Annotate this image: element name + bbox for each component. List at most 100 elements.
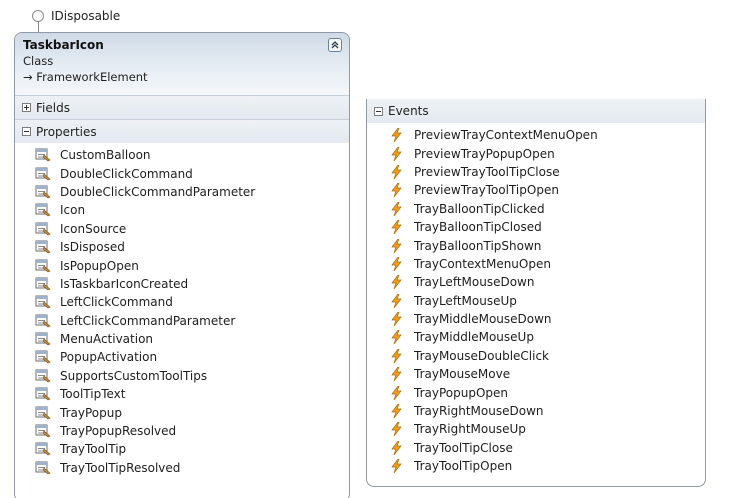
event-item[interactable]: PreviewTrayToolTipClose xyxy=(367,163,705,181)
member-label: TrayContextMenuOpen xyxy=(414,256,551,271)
event-item[interactable]: TrayToolTipClose xyxy=(367,439,705,457)
property-icon xyxy=(35,185,51,199)
event-lightning-icon xyxy=(391,348,402,363)
member-label: TrayBalloonTipClosed xyxy=(414,220,542,235)
event-item[interactable]: TrayMiddleMouseUp xyxy=(367,328,705,346)
event-lightning-icon xyxy=(391,183,402,198)
property-icon xyxy=(35,203,51,217)
member-label: PreviewTrayToolTipOpen xyxy=(414,183,559,198)
event-item[interactable]: TrayPopupOpen xyxy=(367,383,705,401)
member-label: PreviewTrayContextMenuOpen xyxy=(414,128,598,143)
event-lightning-icon xyxy=(391,220,402,235)
properties-section-header[interactable]: Properties xyxy=(15,119,349,143)
property-icon xyxy=(35,240,51,254)
property-icon xyxy=(35,369,51,383)
event-lightning-icon xyxy=(391,256,402,271)
property-item[interactable]: TrayToolTipResolved xyxy=(15,459,349,477)
event-item[interactable]: PreviewTrayContextMenuOpen xyxy=(367,126,705,144)
interface-label[interactable]: IDisposable xyxy=(51,9,120,23)
event-item[interactable]: TrayBalloonTipClicked xyxy=(367,200,705,218)
expand-plus-icon[interactable] xyxy=(22,103,31,112)
property-icon xyxy=(35,350,51,364)
class-shape-taskbaricon[interactable]: TaskbarIcon Class → FrameworkElement Fie… xyxy=(14,32,350,498)
event-lightning-icon xyxy=(391,367,402,382)
collapse-chevron-up-icon[interactable] xyxy=(328,38,342,52)
property-item[interactable]: IsDisposed xyxy=(15,238,349,256)
event-item[interactable]: PreviewTrayPopupOpen xyxy=(367,144,705,162)
event-item[interactable]: TrayRightMouseUp xyxy=(367,420,705,438)
property-icon xyxy=(35,461,51,475)
member-label: TrayMouseDoubleClick xyxy=(414,348,550,363)
property-icon xyxy=(35,424,51,438)
member-label: PopupActivation xyxy=(60,350,158,365)
class-header[interactable]: TaskbarIcon Class → FrameworkElement xyxy=(15,33,349,95)
class-base-type: → FrameworkElement xyxy=(23,70,148,84)
property-item[interactable]: IsPopupOpen xyxy=(15,256,349,274)
member-label: DoubleClickCommand xyxy=(60,166,193,181)
property-item[interactable]: DoubleClickCommandParameter xyxy=(15,183,349,201)
class-name: TaskbarIcon xyxy=(23,38,104,52)
event-item[interactable]: TrayMiddleMouseDown xyxy=(367,310,705,328)
property-item[interactable]: IsTaskbarIconCreated xyxy=(15,275,349,293)
property-item[interactable]: ToolTipText xyxy=(15,385,349,403)
property-item[interactable]: TrayPopupResolved xyxy=(15,422,349,440)
member-label: TrayLeftMouseUp xyxy=(414,293,517,308)
event-lightning-icon xyxy=(391,404,402,419)
property-item[interactable]: DoubleClickCommand xyxy=(15,164,349,182)
event-item[interactable]: TrayLeftMouseDown xyxy=(367,273,705,291)
event-item[interactable]: TrayBalloonTipShown xyxy=(367,236,705,254)
properties-section-title: Properties xyxy=(36,124,97,139)
event-lightning-icon xyxy=(391,422,402,437)
event-item[interactable]: TrayContextMenuOpen xyxy=(367,255,705,273)
collapse-minus-icon[interactable] xyxy=(374,106,383,116)
property-item[interactable]: IconSource xyxy=(15,220,349,238)
event-item[interactable]: TrayToolTipOpen xyxy=(367,457,705,475)
event-lightning-icon xyxy=(391,201,402,216)
property-icon xyxy=(35,314,51,328)
property-item[interactable]: TrayToolTip xyxy=(15,440,349,458)
member-label: SupportsCustomToolTips xyxy=(60,368,208,383)
property-icon xyxy=(35,442,51,456)
events-section-header[interactable]: Events xyxy=(367,99,705,123)
collapse-minus-icon[interactable] xyxy=(22,127,31,136)
event-lightning-icon xyxy=(391,275,402,290)
property-item[interactable]: PopupActivation xyxy=(15,348,349,366)
property-item[interactable]: TrayPopup xyxy=(15,403,349,421)
member-label: IconSource xyxy=(60,221,127,236)
member-label: TrayMiddleMouseDown xyxy=(414,312,552,327)
event-item[interactable]: TrayMouseDoubleClick xyxy=(367,347,705,365)
property-item[interactable]: CustomBalloon xyxy=(15,146,349,164)
event-lightning-icon xyxy=(391,238,402,253)
fields-section-header[interactable]: Fields xyxy=(15,95,349,119)
property-icon xyxy=(35,332,51,346)
member-label: PreviewTrayToolTipClose xyxy=(414,164,560,179)
member-label: TrayRightMouseUp xyxy=(414,422,526,437)
events-section-title: Events xyxy=(388,104,429,118)
event-item[interactable]: TrayBalloonTipClosed xyxy=(367,218,705,236)
member-label: IsDisposed xyxy=(60,240,125,255)
event-item[interactable]: TrayRightMouseDown xyxy=(367,402,705,420)
events-compartment[interactable]: Events PreviewTrayContextMenuOpen Preview… xyxy=(366,99,706,487)
property-item[interactable]: LeftClickCommand xyxy=(15,293,349,311)
member-label: TrayMiddleMouseUp xyxy=(414,330,534,345)
member-label: TrayToolTip xyxy=(60,442,127,457)
member-label: TrayToolTipOpen xyxy=(414,459,513,474)
event-item[interactable]: PreviewTrayToolTipOpen xyxy=(367,181,705,199)
member-label: IsPopupOpen xyxy=(60,258,139,273)
member-label: TrayBalloonTipClicked xyxy=(414,201,545,216)
property-item[interactable]: SupportsCustomToolTips xyxy=(15,367,349,385)
member-label: TrayLeftMouseDown xyxy=(414,275,535,290)
property-item[interactable]: MenuActivation xyxy=(15,330,349,348)
member-label: TrayToolTipResolved xyxy=(60,460,181,475)
event-lightning-icon xyxy=(391,459,402,474)
property-item[interactable]: Icon xyxy=(15,201,349,219)
event-lightning-icon xyxy=(391,146,402,161)
property-item[interactable]: LeftClickCommandParameter xyxy=(15,312,349,330)
member-label: MenuActivation xyxy=(60,332,154,347)
property-icon xyxy=(35,167,51,180)
member-label: PreviewTrayPopupOpen xyxy=(414,146,555,161)
event-item[interactable]: TrayLeftMouseUp xyxy=(367,292,705,310)
event-item[interactable]: TrayMouseMove xyxy=(367,365,705,383)
member-label: IsTaskbarIconCreated xyxy=(60,276,189,291)
member-label: TrayBalloonTipShown xyxy=(414,238,542,253)
